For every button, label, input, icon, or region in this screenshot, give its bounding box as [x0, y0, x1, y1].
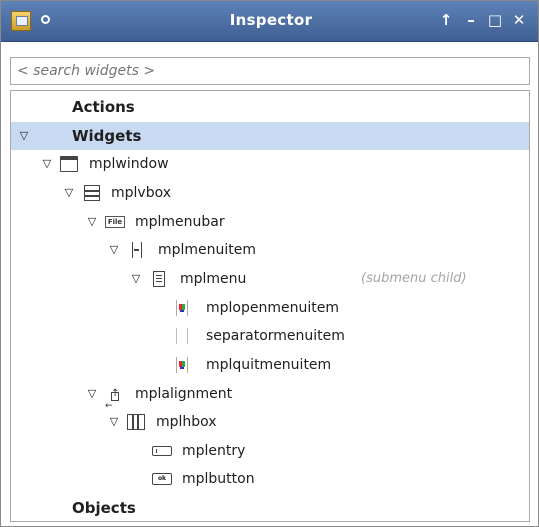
submenu-child-hint: (submenu child) [361, 271, 467, 286]
menuitem-icon [132, 242, 142, 258]
window-icon [60, 156, 78, 172]
tree-section-objects[interactable]: Objects [11, 494, 529, 521]
tree-item-label: mplopenmenuitem [206, 300, 339, 316]
file-menubar-icon: File [105, 216, 125, 228]
separator-icon [176, 328, 188, 344]
widget-tree[interactable]: Actions ▽ Widgets ▽ mplwindow ▽ mplvbox … [10, 90, 530, 522]
tree-item-label: mplwindow [89, 156, 169, 172]
tree-item-label: mplquitmenuitem [206, 357, 332, 373]
vbox-icon [84, 185, 100, 201]
tree-item-label: mplhbox [156, 414, 217, 430]
app-icon[interactable] [11, 11, 31, 31]
menu-icon [153, 271, 165, 287]
expander-icon[interactable]: ▽ [85, 208, 99, 236]
tree-item-mplopenmenuitem[interactable]: mplopenmenuitem [11, 294, 529, 322]
minimize-button[interactable]: – [462, 11, 480, 29]
tree-section-widgets[interactable]: ▽ Widgets [11, 122, 529, 150]
tree-section-actions[interactable]: Actions [11, 93, 529, 121]
section-label: Objects [72, 499, 136, 517]
tree-item-label: mplmenubar [135, 214, 225, 230]
window-menu-icon[interactable] [41, 15, 50, 24]
image-menuitem-icon [176, 300, 188, 316]
tree-item-label: mplmenuitem [158, 242, 257, 258]
tree-item-mplwindow[interactable]: ▽ mplwindow [11, 150, 529, 178]
expander-icon[interactable]: ▽ [62, 179, 76, 207]
expander-icon[interactable]: ▽ [107, 408, 121, 436]
search-widgets-input[interactable] [10, 57, 530, 85]
expander-icon[interactable]: ▽ [129, 265, 143, 293]
tree-item-separatormenuitem[interactable]: separatormenuitem [11, 322, 529, 350]
expander-icon[interactable]: ▽ [107, 236, 121, 264]
tree-item-label: separatormenuitem [206, 328, 345, 344]
tree-item-label: mplentry [182, 443, 246, 459]
image-menuitem-icon [176, 357, 188, 373]
section-label: Widgets [72, 127, 142, 145]
tree-item-label: mplmenu [180, 271, 247, 287]
entry-icon [152, 446, 172, 456]
tree-item-mplmenubar[interactable]: ▽ File mplmenubar [11, 208, 529, 236]
alignment-icon: ← [105, 380, 122, 411]
tree-item-mplquitmenuitem[interactable]: mplquitmenuitem [11, 351, 529, 379]
tree-item-mplentry[interactable]: mplentry [11, 437, 529, 465]
tree-item-label: mplvbox [111, 185, 172, 201]
keep-above-button[interactable]: ↑ [437, 11, 455, 29]
tree-item-mplvbox[interactable]: ▽ mplvbox [11, 179, 529, 207]
expander-icon[interactable]: ▽ [40, 150, 54, 178]
expander-icon[interactable]: ▽ [17, 122, 31, 150]
window-title: Inspector [229, 11, 313, 29]
tree-item-mplmenuitem[interactable]: ▽ mplmenuitem [11, 236, 529, 264]
tree-item-mplmenu[interactable]: ▽ mplmenu (submenu child) [11, 265, 529, 293]
maximize-button[interactable]: □ [486, 11, 504, 29]
inspector-window: Inspector ↑ – □ ✕ Actions ▽ Widgets ▽ mp… [0, 0, 539, 527]
title-bar[interactable]: Inspector ↑ – □ ✕ [1, 1, 538, 42]
expander-icon[interactable]: ▽ [85, 380, 99, 408]
button-icon: ok [152, 473, 172, 485]
tree-item-mplhbox[interactable]: ▽ mplhbox [11, 408, 529, 436]
tree-item-label: mplalignment [135, 386, 233, 402]
tree-item-label: mplbutton [182, 471, 255, 487]
section-label: Actions [72, 98, 135, 116]
close-button[interactable]: ✕ [510, 11, 528, 29]
tree-item-mplbutton[interactable]: ok mplbutton [11, 465, 529, 493]
tree-item-mplalignment[interactable]: ▽ ← mplalignment [11, 380, 529, 411]
hbox-icon [127, 414, 145, 430]
